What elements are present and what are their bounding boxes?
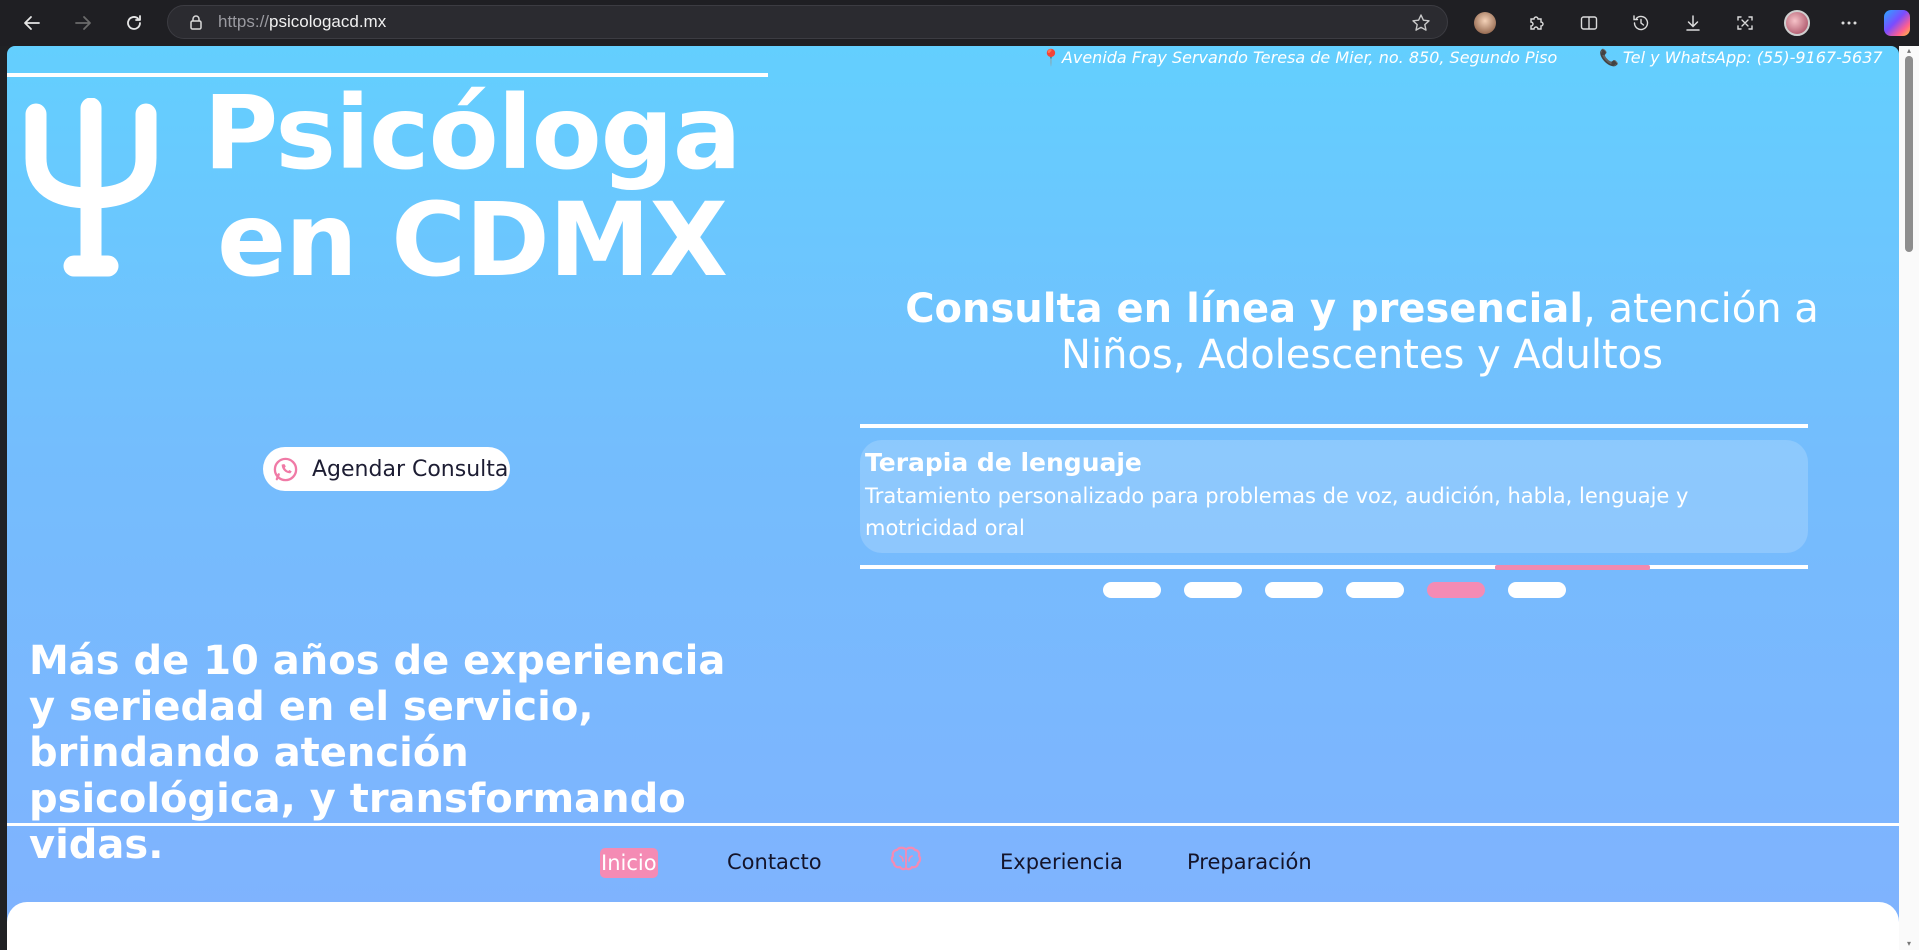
site-title-line2: en CDMX — [217, 181, 728, 300]
screenshot-icon — [1737, 16, 1753, 30]
site-title-line1: Psicóloga — [203, 74, 741, 193]
puzzle-icon — [1530, 16, 1544, 30]
scrollbar-thumb[interactable] — [1905, 56, 1913, 252]
arrow-left-icon — [24, 16, 40, 30]
split-screen-button[interactable] — [1563, 3, 1615, 43]
toolbar-icons — [1459, 0, 1919, 46]
extensions-button[interactable] — [1511, 3, 1563, 43]
copilot-button[interactable] — [1875, 3, 1919, 43]
psi-logo-icon — [25, 98, 157, 277]
screenshot-button[interactable] — [1719, 3, 1771, 43]
carousel-card-description: Tratamiento personalizado para problemas… — [865, 484, 1689, 540]
phone-info[interactable]: 📞 Tel y WhatsApp: (55)-9167-5637 — [1599, 48, 1883, 67]
more-menu-button[interactable] — [1823, 3, 1875, 43]
carousel-dot-2[interactable] — [1184, 582, 1242, 598]
carousel-progress-indicator — [1495, 565, 1650, 570]
copilot-icon — [1884, 10, 1910, 36]
carousel-divider-bottom — [860, 565, 1808, 569]
nav-item-contacto[interactable]: Contacto — [727, 850, 822, 874]
reload-icon — [127, 15, 141, 30]
services-headline: Consulta en línea y presencial, atención… — [862, 286, 1862, 378]
url-domain: psicologacd.mx — [269, 12, 387, 31]
url-prefix: https:// — [218, 12, 270, 31]
site-title: Psicóloga en CDMX — [187, 80, 757, 294]
carousel-divider-top — [860, 424, 1808, 428]
carousel-dot-3[interactable] — [1265, 582, 1323, 598]
phone-text: Tel y WhatsApp: (55)-9167-5637 — [1622, 48, 1883, 67]
lock-icon — [190, 15, 202, 30]
brain-logo-icon[interactable] — [890, 845, 922, 875]
nav-item-experiencia[interactable]: Experiencia — [1000, 850, 1123, 874]
history-icon — [1633, 15, 1649, 31]
main-nav: Inicio Contacto Experiencia Preparación — [7, 826, 1899, 886]
address-text: Avenida Fray Servando Teresa de Mier, no… — [1061, 48, 1558, 67]
page-viewport: 📍Avenida Fray Servando Teresa de Mier, n… — [7, 46, 1899, 950]
download-icon — [1686, 15, 1700, 31]
scroll-up-icon[interactable]: ▴ — [1905, 47, 1913, 55]
browser-toolbar: https://psicologacd.mx — [0, 0, 1919, 46]
downloads-button[interactable] — [1667, 3, 1719, 43]
whatsapp-icon — [273, 457, 298, 481]
face-icon — [1474, 12, 1496, 34]
carousel-dot-4[interactable] — [1346, 582, 1404, 598]
carousel-dots — [1103, 582, 1589, 598]
address-info: 📍Avenida Fray Servando Teresa de Mier, n… — [1041, 48, 1557, 67]
profile-button[interactable] — [1771, 3, 1823, 43]
page-scrollbar[interactable]: ▴ ▾ — [1899, 46, 1919, 950]
reload-button[interactable] — [114, 3, 154, 43]
pin-icon: 📍 — [1041, 48, 1061, 67]
carousel-dot-5[interactable] — [1427, 582, 1485, 598]
profile-avatar — [1784, 10, 1810, 36]
phone-icon: 📞 — [1599, 48, 1619, 67]
arrow-right-icon — [75, 16, 91, 30]
extension-avatar-button[interactable] — [1459, 3, 1511, 43]
nav-item-preparacion[interactable]: Preparación — [1187, 850, 1312, 874]
hero-section: 📍Avenida Fray Servando Teresa de Mier, n… — [7, 46, 1899, 950]
nav-item-inicio[interactable]: Inicio — [600, 848, 658, 878]
back-button[interactable] — [12, 3, 52, 43]
address-bar[interactable]: https://psicologacd.mx — [167, 5, 1448, 39]
carousel-card: Terapia de lenguaje Tratamiento personal… — [860, 440, 1808, 553]
scroll-down-icon[interactable]: ▾ — [1905, 940, 1913, 948]
carousel-card-title: Terapia de lenguaje — [865, 448, 1142, 477]
carousel-dot-6[interactable] — [1508, 582, 1566, 598]
schedule-consult-label: Agendar Consulta — [312, 456, 509, 482]
more-dots-icon — [1841, 21, 1857, 25]
split-screen-icon — [1580, 16, 1598, 30]
schedule-consult-button[interactable]: Agendar Consulta — [263, 447, 510, 491]
headline-bold: Consulta en línea y presencial — [905, 286, 1584, 332]
url-text: https://psicologacd.mx — [218, 12, 386, 32]
star-icon[interactable] — [1411, 13, 1431, 33]
forward-button[interactable] — [63, 3, 103, 43]
history-button[interactable] — [1615, 3, 1667, 43]
carousel-dot-1[interactable] — [1103, 582, 1161, 598]
content-panel — [7, 902, 1899, 950]
